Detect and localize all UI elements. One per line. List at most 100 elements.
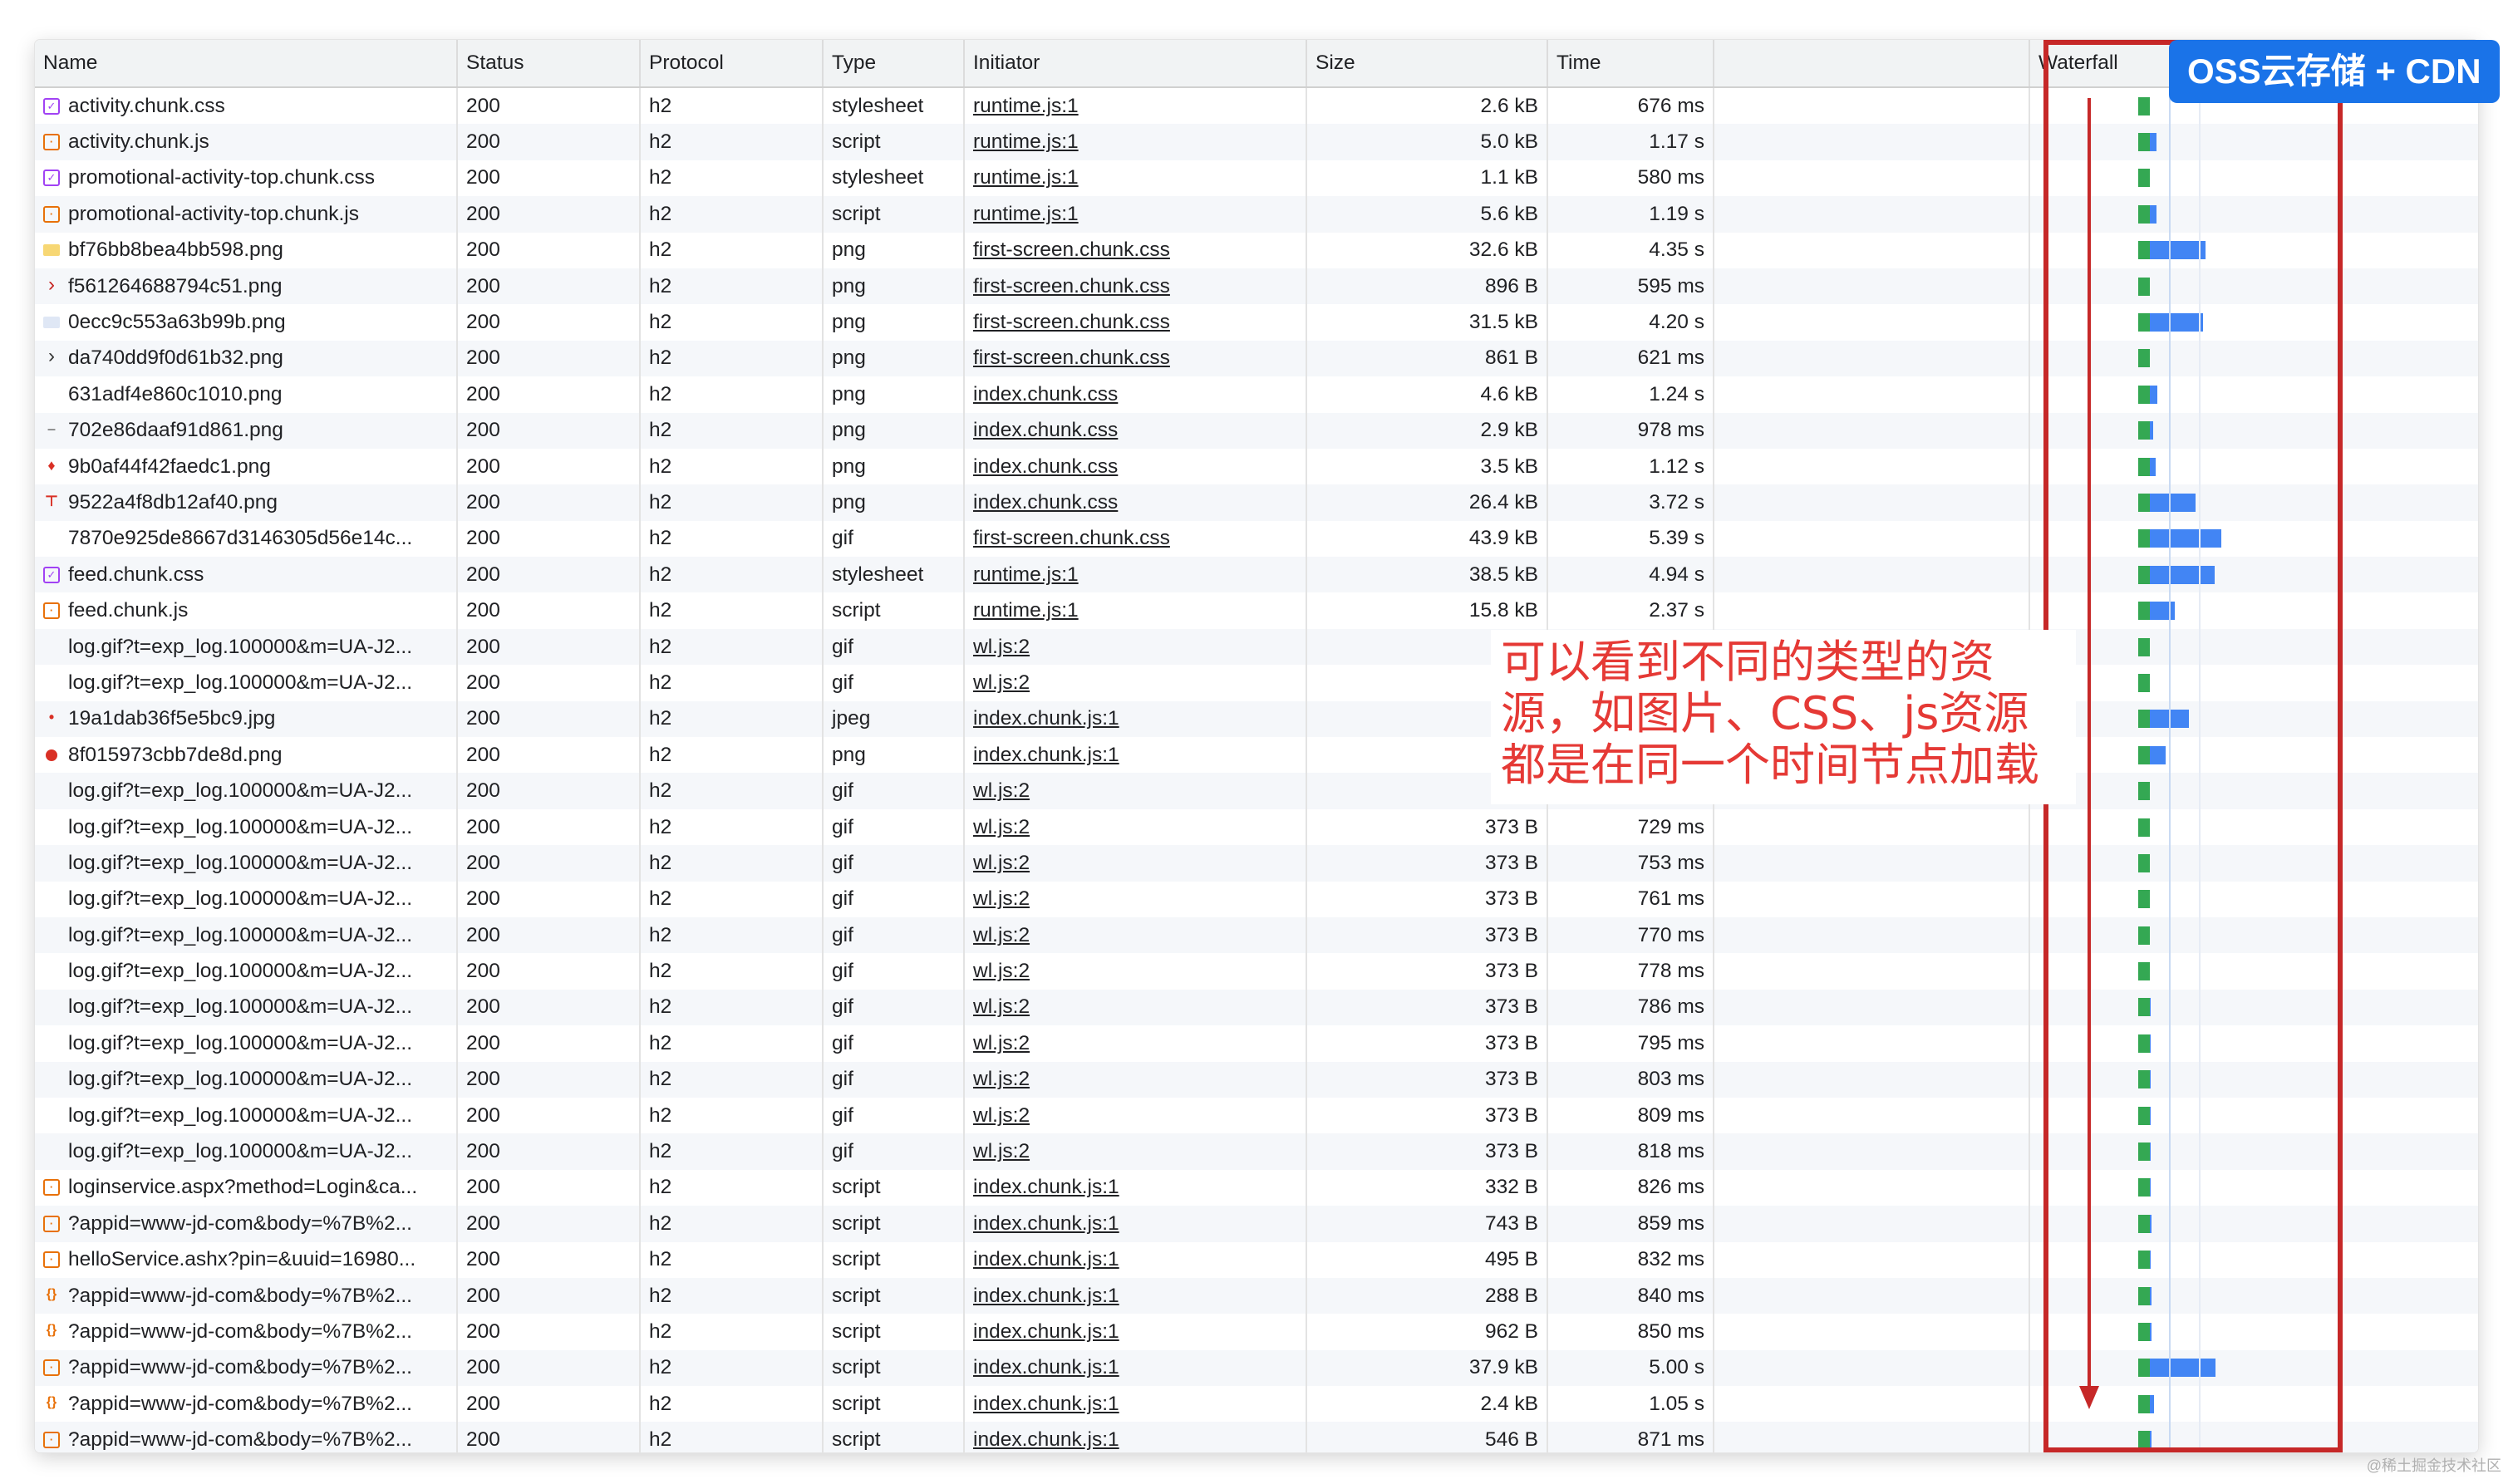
request-name[interactable]: 8f015973cbb7de8d.png (68, 744, 283, 767)
time-cell: 770 ms (1547, 916, 1714, 954)
type-cell: png (823, 340, 965, 377)
request-name[interactable]: loginservice.aspx?method=Login&ca... (68, 1176, 417, 1199)
initiator-link[interactable]: wl.js:2 (973, 1140, 1030, 1162)
initiator-link[interactable]: index.chunk.js:1 (973, 1428, 1119, 1451)
initiator-link[interactable]: wl.js:2 (973, 816, 1030, 838)
request-name[interactable]: ?appid=www-jd-com&body=%7B%2... (68, 1285, 412, 1308)
initiator-link[interactable]: index.chunk.css (973, 383, 1118, 405)
request-name[interactable]: log.gif?t=exp_log.100000&m=UA-J2... (68, 1068, 412, 1091)
initiator-link[interactable]: wl.js:2 (973, 887, 1030, 910)
protocol-cell: h2 (640, 628, 824, 666)
name-wrap: log.gif?t=exp_log.100000&m=UA-J2... (43, 636, 448, 659)
initiator-link[interactable]: index.chunk.css (973, 491, 1118, 514)
column-header-time[interactable]: Time (1547, 40, 1714, 88)
request-name[interactable]: activity.chunk.js (68, 130, 209, 154)
initiator-link[interactable]: index.chunk.js:1 (973, 1320, 1119, 1343)
initiator-link[interactable]: wl.js:2 (973, 1032, 1030, 1054)
spacer-cell (1714, 1422, 2030, 1452)
initiator-link[interactable]: runtime.js:1 (973, 563, 1079, 586)
request-name[interactable]: ?appid=www-jd-com&body=%7B%2... (68, 1428, 412, 1452)
name-wrap: · helloService.ashx?pin=&uuid=16980... (43, 1248, 448, 1271)
request-name[interactable]: log.gif?t=exp_log.100000&m=UA-J2... (68, 1032, 412, 1055)
request-name[interactable]: f561264688794c51.png (68, 275, 283, 298)
request-name[interactable]: helloService.ashx?pin=&uuid=16980... (68, 1248, 416, 1271)
type-cell: script (823, 1349, 965, 1387)
initiator-link[interactable]: index.chunk.js:1 (973, 1212, 1119, 1235)
initiator-link[interactable]: wl.js:2 (973, 671, 1030, 694)
column-header-protocol[interactable]: Protocol (640, 40, 824, 88)
initiator-link[interactable]: runtime.js:1 (973, 166, 1079, 189)
initiator-link[interactable]: first-screen.chunk.css (973, 527, 1170, 549)
request-name[interactable]: feed.chunk.js (68, 599, 188, 622)
column-header-initiator[interactable]: Initiator (964, 40, 1307, 88)
column-header-size[interactable]: Size (1306, 40, 1548, 88)
request-name[interactable]: log.gif?t=exp_log.100000&m=UA-J2... (68, 671, 412, 695)
request-name[interactable]: log.gif?t=exp_log.100000&m=UA-J2... (68, 960, 412, 983)
initiator-link[interactable]: index.chunk.css (973, 455, 1118, 478)
request-name[interactable]: 19a1dab36f5e5bc9.jpg (68, 707, 275, 730)
request-name[interactable]: 9b0af44f42faedc1.png (68, 455, 271, 479)
request-name[interactable]: ?appid=www-jd-com&body=%7B%2... (68, 1356, 412, 1379)
initiator-link[interactable]: index.chunk.js:1 (973, 1393, 1119, 1415)
request-name[interactable]: ?appid=www-jd-com&body=%7B%2... (68, 1212, 412, 1236)
request-name[interactable]: promotional-activity-top.chunk.js (68, 203, 359, 226)
request-name[interactable]: bf76bb8bea4bb598.png (68, 238, 283, 262)
initiator-link[interactable]: runtime.js:1 (973, 203, 1079, 225)
request-name[interactable]: 9522a4f8db12af40.png (68, 491, 278, 514)
initiator-link[interactable]: wl.js:2 (973, 1068, 1030, 1090)
request-name[interactable]: log.gif?t=exp_log.100000&m=UA-J2... (68, 887, 412, 911)
column-header-type[interactable]: Type (823, 40, 965, 88)
initiator-link[interactable]: index.chunk.js:1 (973, 1285, 1119, 1307)
initiator-link[interactable]: first-screen.chunk.css (973, 346, 1170, 369)
initiator-link[interactable]: first-screen.chunk.css (973, 311, 1170, 333)
name-wrap: log.gif?t=exp_log.100000&m=UA-J2... (43, 995, 448, 1019)
name-cell: 8f015973cbb7de8d.png (35, 737, 458, 774)
spacer-cell (1714, 1277, 2030, 1314)
initiator-link[interactable]: first-screen.chunk.css (973, 238, 1170, 261)
request-name[interactable]: 0ecc9c553a63b99b.png (68, 311, 286, 334)
initiator-link[interactable]: wl.js:2 (973, 960, 1030, 982)
request-name[interactable]: log.gif?t=exp_log.100000&m=UA-J2... (68, 924, 412, 947)
initiator-link[interactable]: wl.js:2 (973, 924, 1030, 946)
request-name[interactable]: log.gif?t=exp_log.100000&m=UA-J2... (68, 816, 412, 839)
column-header-status[interactable]: Status (457, 40, 641, 88)
initiator-cell: index.chunk.js:1 (964, 737, 1307, 774)
initiator-link[interactable]: index.chunk.css (973, 419, 1118, 441)
initiator-link[interactable]: wl.js:2 (973, 995, 1030, 1018)
name-cell: • 19a1dab36f5e5bc9.jpg (35, 700, 458, 738)
initiator-link[interactable]: index.chunk.js:1 (973, 744, 1119, 766)
request-name[interactable]: 7870e925de8667d3146305d56e14c... (68, 527, 412, 550)
request-name[interactable]: log.gif?t=exp_log.100000&m=UA-J2... (68, 636, 412, 659)
initiator-link[interactable]: index.chunk.js:1 (973, 707, 1119, 730)
request-name[interactable]: 631adf4e860c1010.png (68, 383, 283, 406)
column-header-name[interactable]: Name (35, 40, 458, 88)
initiator-link[interactable]: first-screen.chunk.css (973, 275, 1170, 297)
initiator-link[interactable]: wl.js:2 (973, 636, 1030, 658)
request-name[interactable]: log.gif?t=exp_log.100000&m=UA-J2... (68, 1104, 412, 1128)
request-name[interactable]: activity.chunk.css (68, 95, 225, 118)
request-name[interactable]: log.gif?t=exp_log.100000&m=UA-J2... (68, 779, 412, 803)
initiator-link[interactable]: wl.js:2 (973, 779, 1030, 802)
request-name[interactable]: 702e86daaf91d861.png (68, 419, 283, 442)
initiator-link[interactable]: wl.js:2 (973, 852, 1030, 874)
initiator-link[interactable]: runtime.js:1 (973, 130, 1079, 153)
request-name[interactable]: log.gif?t=exp_log.100000&m=UA-J2... (68, 1140, 412, 1163)
request-name[interactable]: ?appid=www-jd-com&body=%7B%2... (68, 1393, 412, 1416)
initiator-link[interactable]: index.chunk.js:1 (973, 1248, 1119, 1270)
request-name[interactable]: ?appid=www-jd-com&body=%7B%2... (68, 1320, 412, 1344)
image-thumbnail-icon (43, 317, 60, 329)
request-name[interactable]: da740dd9f0d61b32.png (68, 346, 283, 370)
name-cell: ✓ activity.chunk.css (35, 87, 458, 125)
initiator-link[interactable]: runtime.js:1 (973, 599, 1079, 622)
initiator-cell: index.chunk.js:1 (964, 1314, 1307, 1350)
initiator-link[interactable]: index.chunk.js:1 (973, 1356, 1119, 1378)
request-name[interactable]: promotional-activity-top.chunk.css (68, 166, 375, 189)
initiator-link[interactable]: index.chunk.js:1 (973, 1176, 1119, 1198)
request-name[interactable]: feed.chunk.css (68, 563, 204, 587)
initiator-link[interactable]: wl.js:2 (973, 1104, 1030, 1127)
request-name[interactable]: log.gif?t=exp_log.100000&m=UA-J2... (68, 995, 412, 1019)
request-name[interactable]: log.gif?t=exp_log.100000&m=UA-J2... (68, 852, 412, 875)
type-cell: png (823, 304, 965, 341)
name-wrap: log.gif?t=exp_log.100000&m=UA-J2... (43, 816, 448, 839)
initiator-link[interactable]: runtime.js:1 (973, 95, 1079, 117)
